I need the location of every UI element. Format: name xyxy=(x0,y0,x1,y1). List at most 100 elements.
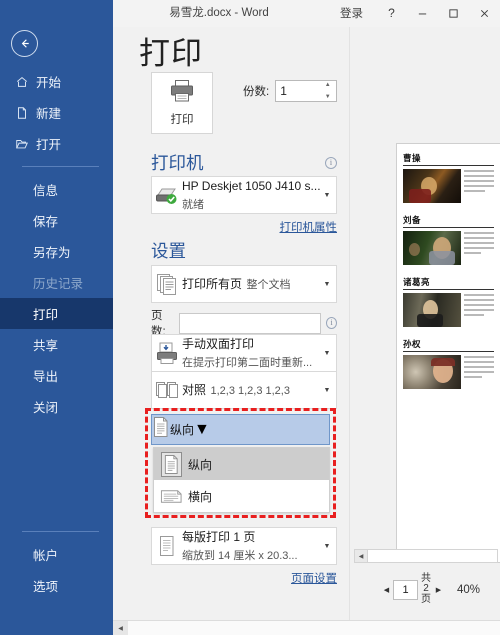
sidebar-nav: 开始 新建 打开 信息 保存 另存为 历史记录 打印 共享 导出 关闭 xyxy=(0,66,113,422)
scroll-track[interactable] xyxy=(128,621,500,635)
maximize-icon[interactable] xyxy=(438,1,469,26)
sidebar-item-account[interactable]: 帐户 xyxy=(0,539,113,570)
sidebar-item-label: 信息 xyxy=(33,184,59,198)
duplex-select[interactable]: 手动双面打印 在提示打印第二面时重新... ▼ xyxy=(151,334,337,372)
portrait-page-icon xyxy=(154,451,188,477)
sidebar-item-label: 帐户 xyxy=(33,549,59,563)
portrait-icon-frame xyxy=(160,451,182,477)
minimize-icon[interactable] xyxy=(407,1,438,26)
print-range-select[interactable]: 打印所有页 整个文档 ▼ xyxy=(151,265,337,303)
landscape-page-icon xyxy=(154,487,188,505)
word-print-backstage: 开始 新建 打开 信息 保存 另存为 历史记录 打印 共享 导出 关闭 帐户 选… xyxy=(0,0,500,635)
collate-text: 对照 1,2,3 1,2,3 1,2,3 xyxy=(182,381,318,399)
copies-stepper[interactable]: ▲ ▼ xyxy=(275,80,338,102)
settings-section-header: 设置 xyxy=(151,238,186,263)
collate-select[interactable]: 对照 1,2,3 1,2,3 1,2,3 ▼ xyxy=(151,371,337,409)
pages-input[interactable] xyxy=(179,312,322,334)
chevron-down-icon[interactable]: ▼ xyxy=(318,192,336,199)
preview-section-heading: 刘备 xyxy=(403,214,494,228)
chevron-down-icon[interactable]: ▼ xyxy=(318,543,336,550)
info-icon[interactable]: i xyxy=(326,317,337,329)
sidebar-item-history: 历史记录 xyxy=(0,267,113,298)
preview-section: 孙权 xyxy=(403,338,494,389)
print-settings-pane: 打印 份数: ▲ ▼ 打印机 i xyxy=(139,72,339,585)
collate-icon xyxy=(152,379,182,401)
preview-section-heading: 曹操 xyxy=(403,152,494,166)
scaling-subtitle: 缩放到 14 厘米 x 20.3... xyxy=(182,550,298,562)
sidebar-item-share[interactable]: 共享 xyxy=(0,329,113,360)
sidebar-item-label: 关闭 xyxy=(33,401,59,415)
sidebar-bottom-nav: 帐户 选项 xyxy=(0,524,113,601)
chevron-down-icon[interactable]: ▼ xyxy=(318,350,336,357)
zoom-level-label[interactable]: 40% xyxy=(457,584,480,596)
chevron-down-icon[interactable]: ▼ xyxy=(318,281,336,288)
spinner-up-icon[interactable]: ▲ xyxy=(321,82,334,88)
sidebar-item-label: 导出 xyxy=(33,370,59,384)
chevron-down-icon[interactable]: ▼ xyxy=(194,421,210,439)
orientation-select[interactable]: 纵向 ▼ xyxy=(151,414,330,445)
next-page-icon[interactable]: ▶ xyxy=(432,581,445,599)
prev-page-icon[interactable]: ◀ xyxy=(380,581,393,599)
print-range-subtitle: 整个文档 xyxy=(246,279,291,291)
scroll-left-icon[interactable]: ◀ xyxy=(355,550,368,562)
preview-horizontal-scrollbar[interactable]: ◀ xyxy=(354,549,498,563)
preview-section: 曹操 xyxy=(403,152,494,203)
print-button[interactable]: 打印 xyxy=(151,72,213,134)
scaling-title: 每版打印 1 页 xyxy=(182,530,256,544)
home-icon xyxy=(14,74,29,89)
sidebar-item-options[interactable]: 选项 xyxy=(0,570,113,601)
preview-image xyxy=(403,355,461,389)
preview-page[interactable]: 曹操 刘备 诸葛亮 孙权 xyxy=(396,143,500,563)
back-arrow-icon[interactable] xyxy=(11,30,38,57)
sidebar-item-export[interactable]: 导出 xyxy=(0,360,113,391)
window-horizontal-scrollbar[interactable]: ◀ xyxy=(113,620,500,635)
print-preview-pane: 曹操 刘备 诸葛亮 孙权 ◀ ◀ 1 共2页 ▶ 40% xyxy=(349,27,500,635)
printer-status-icon xyxy=(152,184,182,206)
print-button-label: 打印 xyxy=(170,114,194,126)
sidebar-item-save[interactable]: 保存 xyxy=(0,205,113,236)
current-page-input[interactable]: 1 xyxy=(393,579,418,600)
help-icon[interactable]: ? xyxy=(376,1,407,26)
sidebar-item-label: 另存为 xyxy=(33,246,71,260)
printer-select[interactable]: HP Deskjet 1050 J410 s... 就绪 ▼ xyxy=(151,176,337,214)
printer-properties-row: 打印机属性 xyxy=(151,218,338,236)
orientation-option-label: 纵向 xyxy=(188,457,213,472)
spinner-down-icon[interactable]: ▼ xyxy=(321,94,334,100)
settings-section-title: 设置 xyxy=(151,241,186,261)
info-icon[interactable]: i xyxy=(325,156,337,169)
orientation-text: 纵向 xyxy=(170,421,194,439)
sidebar-item-home[interactable]: 开始 xyxy=(0,66,113,97)
copies-input[interactable] xyxy=(276,81,321,101)
preview-section: 刘备 xyxy=(403,214,494,265)
sidebar-item-save-as[interactable]: 另存为 xyxy=(0,236,113,267)
page-count-label: 共2页 xyxy=(421,572,431,605)
orientation-dropdown-list: 纵向 横向 xyxy=(153,447,330,513)
sidebar-item-label: 历史记录 xyxy=(33,277,84,291)
copies-spinner-buttons[interactable]: ▲ ▼ xyxy=(321,82,334,100)
scroll-left-icon[interactable]: ◀ xyxy=(113,621,128,635)
page-setup-link[interactable]: 页面设置 xyxy=(291,573,337,585)
chevron-down-icon[interactable]: ▼ xyxy=(318,387,336,394)
sidebar-item-label: 新建 xyxy=(36,107,62,121)
printer-properties-link[interactable]: 打印机属性 xyxy=(280,222,338,234)
scaling-icon xyxy=(152,535,182,557)
orientation-option-label: 横向 xyxy=(188,489,213,504)
sidebar-item-new[interactable]: 新建 xyxy=(0,97,113,128)
preview-status-bar: ◀ 1 共2页 ▶ 40% xyxy=(350,572,500,607)
orientation-option-landscape[interactable]: 横向 xyxy=(154,480,329,512)
sidebar-item-info[interactable]: 信息 xyxy=(0,174,113,205)
title-bar: 易雪龙.docx - Word 登录 ? xyxy=(113,0,500,27)
printer-text: HP Deskjet 1050 J410 s... 就绪 xyxy=(182,177,321,213)
scroll-track[interactable] xyxy=(368,550,497,562)
sidebar-item-label: 保存 xyxy=(33,215,59,229)
sidebar-item-close[interactable]: 关闭 xyxy=(0,391,113,422)
orientation-option-portrait[interactable]: 纵向 xyxy=(154,448,329,480)
scaling-select[interactable]: 每版打印 1 页 缩放到 14 厘米 x 20.3... ▼ xyxy=(151,527,337,565)
sidebar-item-open[interactable]: 打开 xyxy=(0,128,113,159)
close-icon[interactable] xyxy=(469,1,500,26)
sidebar-item-print[interactable]: 打印 xyxy=(0,298,113,329)
printer-status: 就绪 xyxy=(182,199,204,211)
sidebar-divider-top xyxy=(22,166,99,167)
new-document-icon xyxy=(14,105,29,120)
sign-in-button[interactable]: 登录 xyxy=(333,3,370,23)
